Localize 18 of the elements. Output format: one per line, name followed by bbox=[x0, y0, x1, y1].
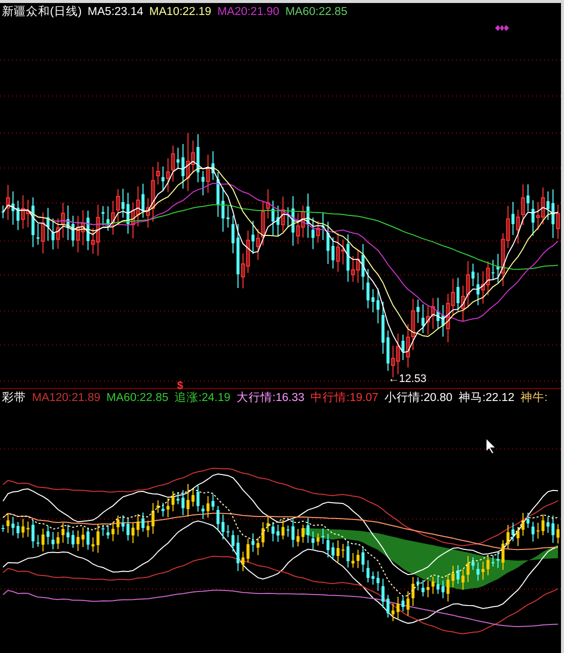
indicator-value: 神牛: bbox=[520, 390, 548, 406]
low-price-label: ←12.53 bbox=[388, 372, 427, 387]
indicator-value: MA10:22.19 bbox=[149, 5, 212, 20]
indicator-value: MA120:21.89 bbox=[32, 391, 100, 406]
indicator-value: MA20:21.90 bbox=[217, 5, 280, 20]
signal-mark: $ bbox=[177, 379, 184, 392]
stock-title: 新疆众和(日线) bbox=[2, 4, 82, 20]
indicator-value: MA5:23.14 bbox=[88, 5, 144, 20]
indicator-value: 神马:22.12 bbox=[458, 390, 514, 406]
marker-icon bbox=[495, 25, 509, 31]
indicator-value: MA60:22.85 bbox=[106, 391, 168, 406]
indicator-value: 大行情:16.33 bbox=[236, 390, 304, 406]
indicator-value: 小行情:20.80 bbox=[384, 390, 452, 406]
indicator-value: MA60:22.85 bbox=[285, 5, 348, 20]
indicator-value: 追涨:24.19 bbox=[174, 390, 230, 406]
mouse-pointer-icon bbox=[485, 437, 497, 455]
indicator-value: 中行情:19.07 bbox=[310, 390, 378, 406]
indicator-title: 彩带 bbox=[2, 390, 26, 406]
